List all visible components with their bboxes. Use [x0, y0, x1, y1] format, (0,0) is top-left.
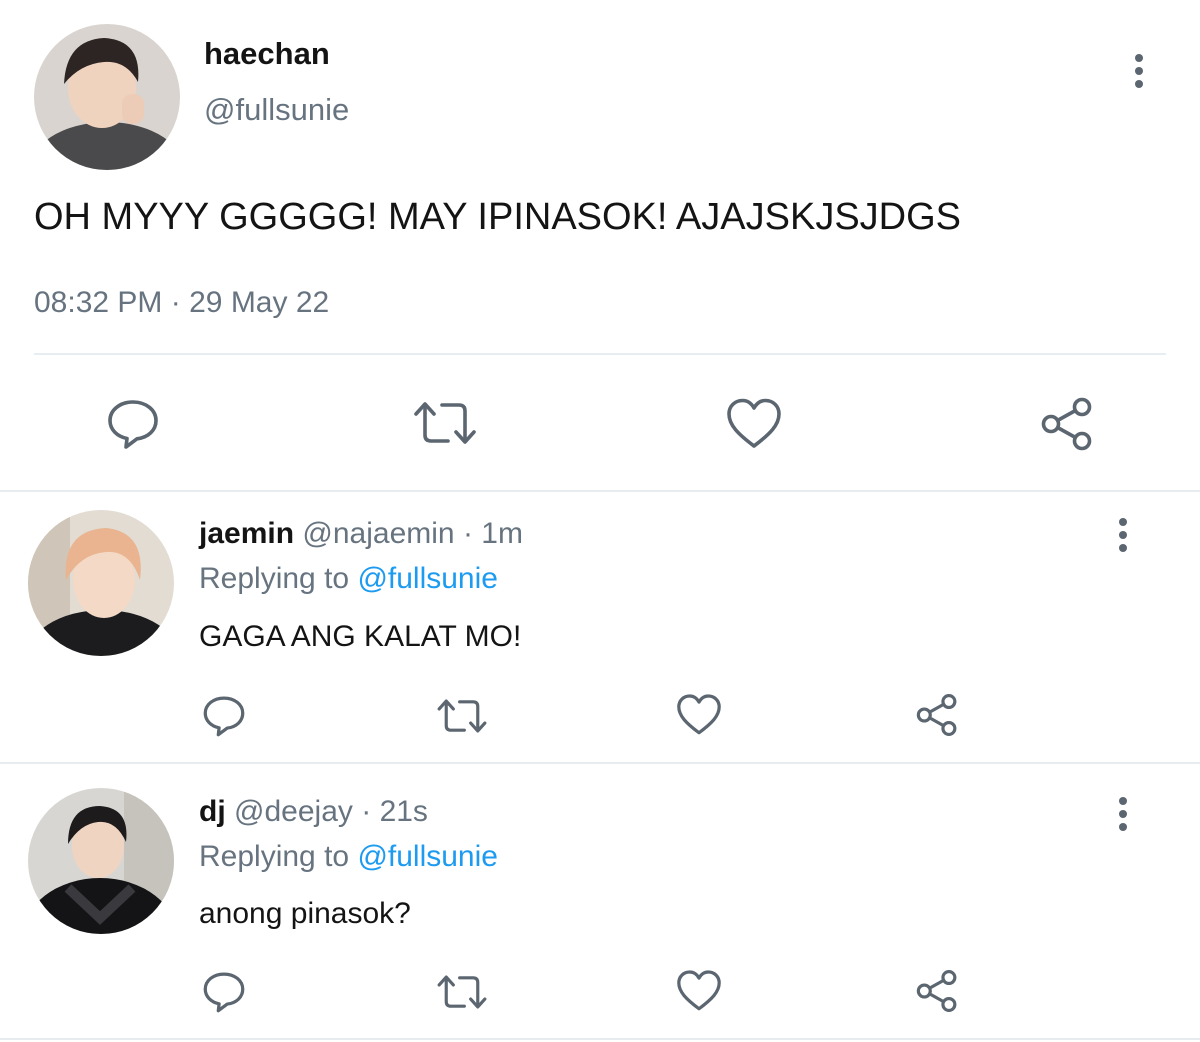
reply-1-like-icon[interactable] [676, 694, 722, 736]
reply-2-display-name[interactable]: dj [199, 795, 226, 828]
reply-1-display-name[interactable]: jaemin [199, 517, 294, 550]
main-share-icon[interactable] [1038, 396, 1096, 452]
reply-2-separator: · [361, 795, 372, 828]
main-like-icon[interactable] [726, 398, 782, 450]
reply-1-replying-handle[interactable]: @fullsunie [357, 562, 498, 595]
avatar-reply-1[interactable] [28, 510, 174, 656]
reply-1-more-icon[interactable] [1116, 518, 1130, 552]
main-timestamp: 08:32 PM · 29 May 22 [34, 286, 329, 320]
main-handle[interactable]: @fullsunie [204, 92, 349, 128]
reply-1-reply-icon[interactable] [202, 694, 246, 738]
reply-2-text: anong pinasok? [199, 897, 411, 930]
reply-2-share-icon[interactable] [914, 968, 960, 1014]
reply-1-time: 1m [481, 517, 523, 550]
main-tweet-text: OH MYYY GGGGG! MAY IPINASOK! AJAJSKJSJDG… [34, 196, 962, 238]
reply-1-handle[interactable]: @najaemin [302, 517, 454, 550]
thread-divider-3 [0, 1038, 1200, 1040]
main-reply-icon[interactable] [106, 397, 160, 451]
avatar-main[interactable] [34, 24, 180, 170]
reply-2-reply-icon[interactable] [202, 970, 246, 1014]
reply-1-share-icon[interactable] [914, 692, 960, 738]
main-date: 29 May 22 [189, 286, 330, 319]
thread-divider-2 [0, 762, 1200, 764]
reply-1-replying-to: Replying to @fullsunie [199, 562, 498, 596]
main-display-name[interactable]: haechan [204, 36, 330, 72]
main-separator: · [170, 286, 181, 319]
reply-2-more-icon[interactable] [1116, 797, 1130, 831]
reply-2-retweet-icon[interactable] [436, 972, 488, 1012]
main-divider [34, 353, 1166, 355]
main-time: 08:32 PM [34, 286, 163, 319]
reply-1-separator: · [462, 517, 473, 550]
reply-2-replying-handle[interactable]: @fullsunie [357, 840, 498, 873]
reply-2-time: 21s [379, 795, 428, 828]
reply-2-handle[interactable]: @deejay [234, 795, 353, 828]
thread-divider-1 [0, 490, 1200, 492]
reply-1-header: jaemin @najaemin · 1m [199, 517, 523, 551]
reply-1-replying-prefix: Replying to [199, 562, 350, 595]
reply-2-replying-prefix: Replying to [199, 840, 350, 873]
reply-2-replying-to: Replying to @fullsunie [199, 840, 498, 874]
reply-2-like-icon[interactable] [676, 970, 722, 1012]
reply-1-text: GAGA ANG KALAT MO! [199, 620, 522, 653]
reply-2-header: dj @deejay · 21s [199, 795, 428, 829]
main-retweet-icon[interactable] [412, 398, 478, 448]
main-more-icon[interactable] [1132, 54, 1146, 88]
reply-1-retweet-icon[interactable] [436, 696, 488, 736]
avatar-reply-2[interactable] [28, 788, 174, 934]
